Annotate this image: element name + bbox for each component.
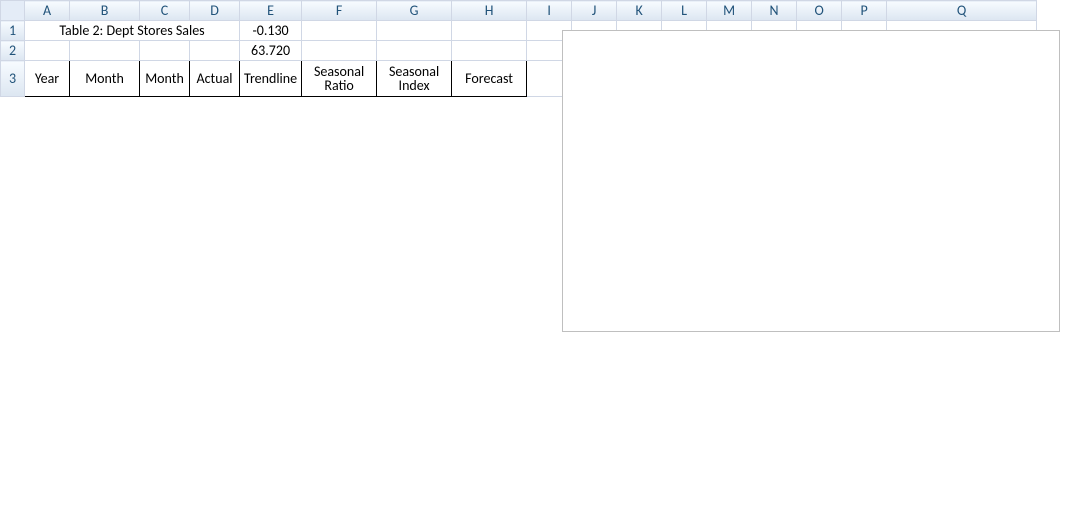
cell-D3[interactable]: Actual: [190, 61, 240, 97]
cell-E3[interactable]: Trendline: [240, 61, 302, 97]
cell-B3[interactable]: Month: [70, 61, 140, 97]
cell-F1[interactable]: [302, 21, 377, 41]
cell-A1[interactable]: Table 2: Dept Stores Sales: [25, 21, 240, 41]
column-header-I[interactable]: I: [527, 1, 572, 21]
column-header-N[interactable]: N: [752, 1, 797, 21]
column-header-E[interactable]: E: [240, 1, 302, 21]
cell-A3[interactable]: Year: [25, 61, 70, 97]
cell-D2[interactable]: [190, 41, 240, 61]
column-header-K[interactable]: K: [617, 1, 662, 21]
column-header-O[interactable]: O: [797, 1, 842, 21]
cell-C3[interactable]: Month: [140, 61, 190, 97]
cell-E1[interactable]: -0.130: [240, 21, 302, 41]
column-header-L[interactable]: L: [662, 1, 707, 21]
embedded-chart[interactable]: [562, 30, 1060, 332]
cell-H2[interactable]: [452, 41, 527, 61]
column-header-J[interactable]: J: [572, 1, 617, 21]
row-header-3[interactable]: 3: [1, 61, 25, 97]
column-header-M[interactable]: M: [707, 1, 752, 21]
column-header-C[interactable]: C: [140, 1, 190, 21]
cell-A2[interactable]: [25, 41, 70, 61]
cell-F2[interactable]: [302, 41, 377, 61]
chart-svg: [563, 31, 1059, 331]
column-header-Q[interactable]: Q: [887, 1, 1037, 21]
select-all-corner[interactable]: [1, 1, 25, 21]
row-header-2[interactable]: 2: [1, 41, 25, 61]
cell-C2[interactable]: [140, 41, 190, 61]
spreadsheet-viewport[interactable]: ABCDEFGHIJKLMNOPQ 1Table 2: Dept Stores S…: [0, 0, 1080, 521]
column-header-B[interactable]: B: [70, 1, 140, 21]
column-header-H[interactable]: H: [452, 1, 527, 21]
cell-B2[interactable]: [70, 41, 140, 61]
column-header-A[interactable]: A: [25, 1, 70, 21]
cell-E2[interactable]: 63.720: [240, 41, 302, 61]
column-header-P[interactable]: P: [842, 1, 887, 21]
cell-H1[interactable]: [452, 21, 527, 41]
cell-H3[interactable]: Forecast: [452, 61, 527, 97]
column-header-F[interactable]: F: [302, 1, 377, 21]
cell-G3[interactable]: SeasonalIndex: [377, 61, 452, 97]
cell-G1[interactable]: [377, 21, 452, 41]
column-header-G[interactable]: G: [377, 1, 452, 21]
row-header-1[interactable]: 1: [1, 21, 25, 41]
cell-F3[interactable]: SeasonalRatio: [302, 61, 377, 97]
cell-G2[interactable]: [377, 41, 452, 61]
column-header-D[interactable]: D: [190, 1, 240, 21]
